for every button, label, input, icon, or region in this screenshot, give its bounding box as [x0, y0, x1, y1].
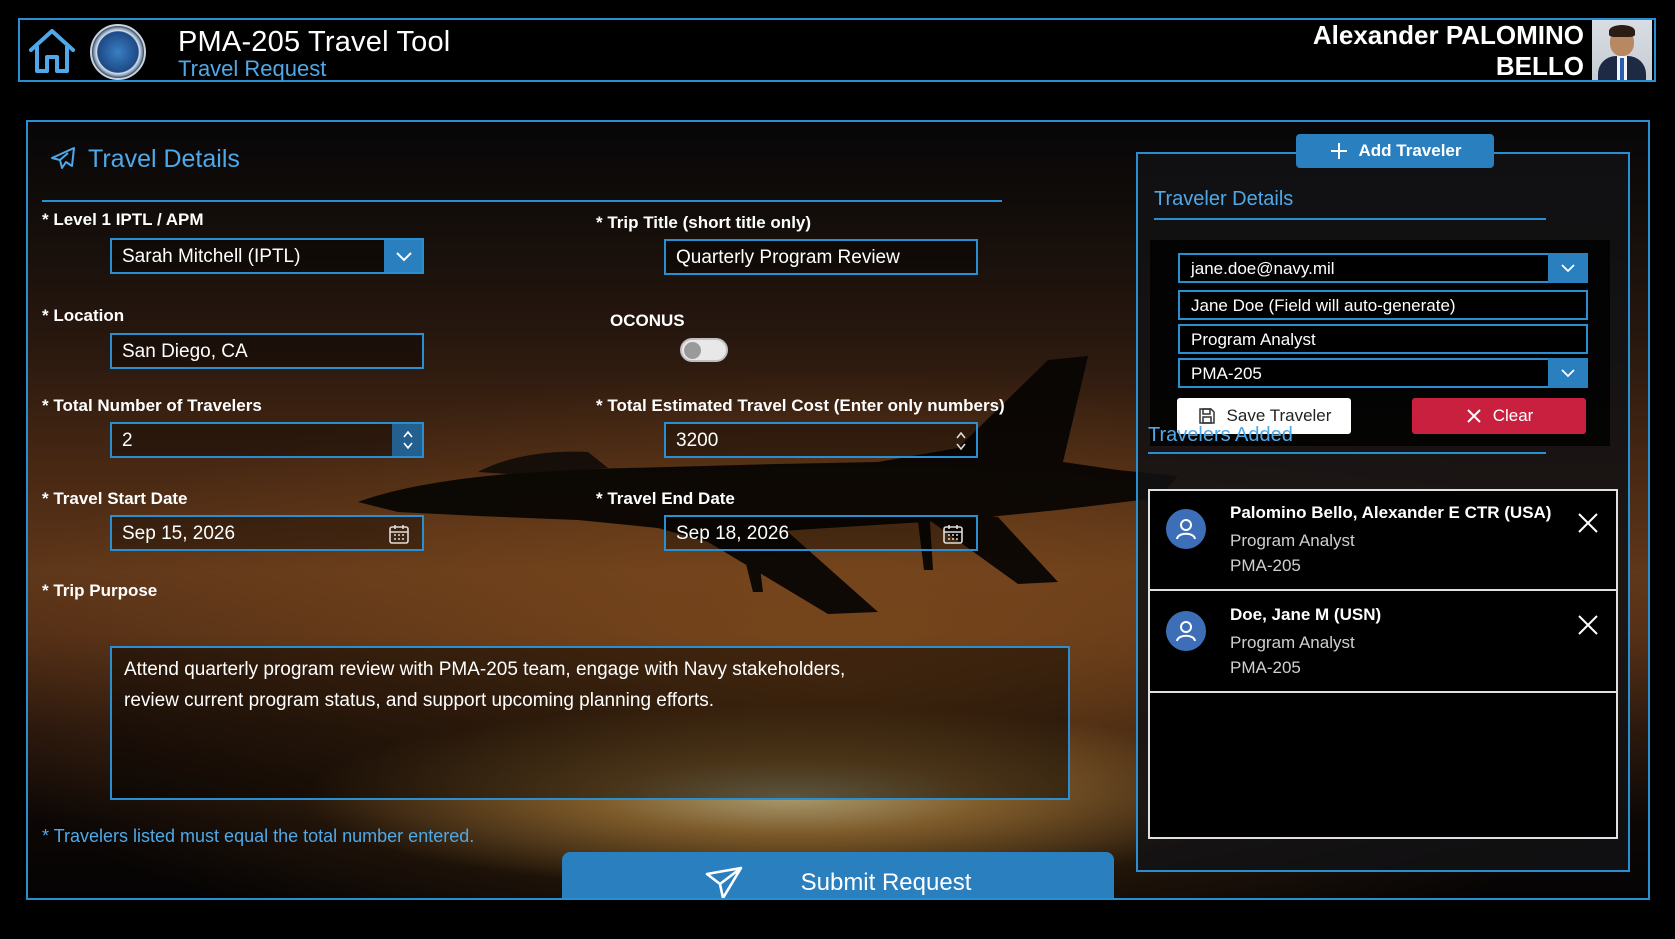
close-icon[interactable]: [1576, 613, 1600, 637]
section-divider: [42, 200, 1002, 202]
person-icon: [1166, 611, 1206, 651]
traveler-role-field[interactable]: Program Analyst: [1178, 324, 1588, 354]
list-item[interactable]: Doe, Jane M (USN) Program Analyst PMA-20…: [1150, 593, 1616, 693]
travelers-list: Palomino Bello, Alexander E CTR (USA) Pr…: [1148, 489, 1618, 839]
traveler-email-dropdown[interactable]: jane.doe@navy.mil: [1178, 253, 1588, 283]
iptl-dropdown[interactable]: Sarah Mitchell (IPTL): [110, 238, 424, 274]
clear-button[interactable]: Clear: [1412, 398, 1586, 434]
travelers-count-label: * Total Number of Travelers: [42, 396, 262, 415]
start-date-picker[interactable]: Sep 15, 2026: [110, 515, 424, 551]
add-traveler-button[interactable]: Add Traveler: [1296, 134, 1494, 168]
page-subtitle: Travel Request: [178, 56, 327, 81]
oconus-toggle[interactable]: [680, 338, 728, 362]
iptl-label: * Level 1 IPTL / APM: [42, 210, 204, 229]
traveler-details-title: Traveler Details: [1154, 188, 1294, 210]
travel-request-panel: Travel Details * Level 1 IPTL / APM Sara…: [26, 120, 1650, 900]
iptl-value: Sarah Mitchell (IPTL): [122, 246, 301, 267]
traveler-name-field[interactable]: Jane Doe (Field will auto-generate): [1178, 290, 1588, 320]
cost-input[interactable]: 3200: [664, 422, 978, 458]
end-date-label: * Travel End Date: [596, 489, 735, 508]
app-title: PMA-205 Travel Tool: [178, 26, 451, 58]
purpose-label: * Trip Purpose: [42, 581, 158, 600]
traveler-org: PMA-205: [1230, 658, 1301, 677]
save-icon: [1198, 408, 1215, 424]
spinner-icon[interactable]: [392, 424, 422, 456]
user-name-last: BELLO: [1495, 51, 1584, 81]
travelers-added-title: Travelers Added: [1148, 424, 1293, 446]
close-icon[interactable]: [1576, 511, 1600, 535]
user-name: Alexander PALOMINO BELLO: [1313, 20, 1584, 82]
location-label: * Location: [42, 306, 125, 325]
start-date-value: Sep 15, 2026: [122, 523, 236, 544]
submit-label: Submit Request: [800, 869, 972, 896]
chevron-down-icon[interactable]: [1548, 253, 1588, 283]
app-header: PMA-205 Travel Tool Travel Request Alexa…: [18, 18, 1656, 82]
travel-details-header: Travel Details: [48, 144, 240, 174]
home-icon[interactable]: [26, 26, 78, 76]
oconus-label: OCONUS: [610, 311, 685, 330]
calendar-icon[interactable]: [942, 523, 964, 545]
user-avatar[interactable]: [1592, 20, 1652, 80]
submit-button[interactable]: Submit Request: [562, 852, 1114, 898]
purpose-line-1: Attend quarterly program review with PMA…: [124, 659, 846, 680]
section-title: Travel Details: [88, 144, 240, 173]
chevron-down-icon[interactable]: [1548, 358, 1588, 388]
purpose-textarea[interactable]: Attend quarterly program review with PMA…: [110, 646, 1070, 800]
cost-label: * Total Estimated Travel Cost (Enter onl…: [596, 396, 1005, 415]
add-traveler-label: Add Traveler: [1358, 141, 1462, 160]
spinner-icon[interactable]: [954, 428, 968, 454]
trip-title-input[interactable]: Quarterly Program Review: [664, 239, 978, 275]
send-icon: [705, 866, 742, 898]
trip-title-label: * Trip Title (short title only): [596, 213, 812, 232]
purpose-line-2: review current program status, and suppo…: [124, 690, 715, 711]
person-icon: [1166, 509, 1206, 549]
traveler-details-divider: [1154, 218, 1546, 220]
toggle-knob: [684, 342, 701, 359]
travelers-added-divider: [1148, 452, 1546, 454]
traveler-role: Program Analyst: [1230, 531, 1355, 550]
traveler-org-value: PMA-205: [1191, 364, 1262, 383]
travelers-count-input[interactable]: 2: [110, 422, 424, 458]
traveler-role: Program Analyst: [1230, 633, 1355, 652]
seal-logo: [90, 24, 146, 80]
traveler-name: Palomino Bello, Alexander E CTR (USA): [1230, 503, 1552, 522]
save-traveler-label: Save Traveler: [1226, 406, 1332, 425]
traveler-name: Doe, Jane M (USN): [1230, 605, 1382, 624]
cost-value: 3200: [676, 430, 719, 451]
traveler-email-value: jane.doe@navy.mil: [1191, 259, 1335, 278]
clear-label: Clear: [1492, 406, 1534, 425]
airplane-icon: [51, 147, 75, 169]
calendar-icon[interactable]: [388, 523, 410, 545]
start-date-label: * Travel Start Date: [42, 489, 188, 508]
end-date-value: Sep 18, 2026: [676, 523, 790, 544]
plus-icon: [1330, 143, 1347, 159]
travelers-count-value: 2: [122, 430, 133, 451]
close-icon: [1466, 409, 1481, 423]
chevron-down-icon[interactable]: [384, 240, 422, 272]
list-item[interactable]: Palomino Bello, Alexander E CTR (USA) Pr…: [1150, 491, 1616, 591]
traveler-org: PMA-205: [1230, 556, 1301, 575]
end-date-picker[interactable]: Sep 18, 2026: [664, 515, 978, 551]
user-name-first: Alexander PALOMINO: [1312, 20, 1584, 50]
location-input[interactable]: San Diego, CA: [110, 333, 424, 369]
traveler-org-dropdown[interactable]: PMA-205: [1178, 358, 1588, 388]
travelers-note: * Travelers listed must equal the total …: [42, 826, 475, 846]
